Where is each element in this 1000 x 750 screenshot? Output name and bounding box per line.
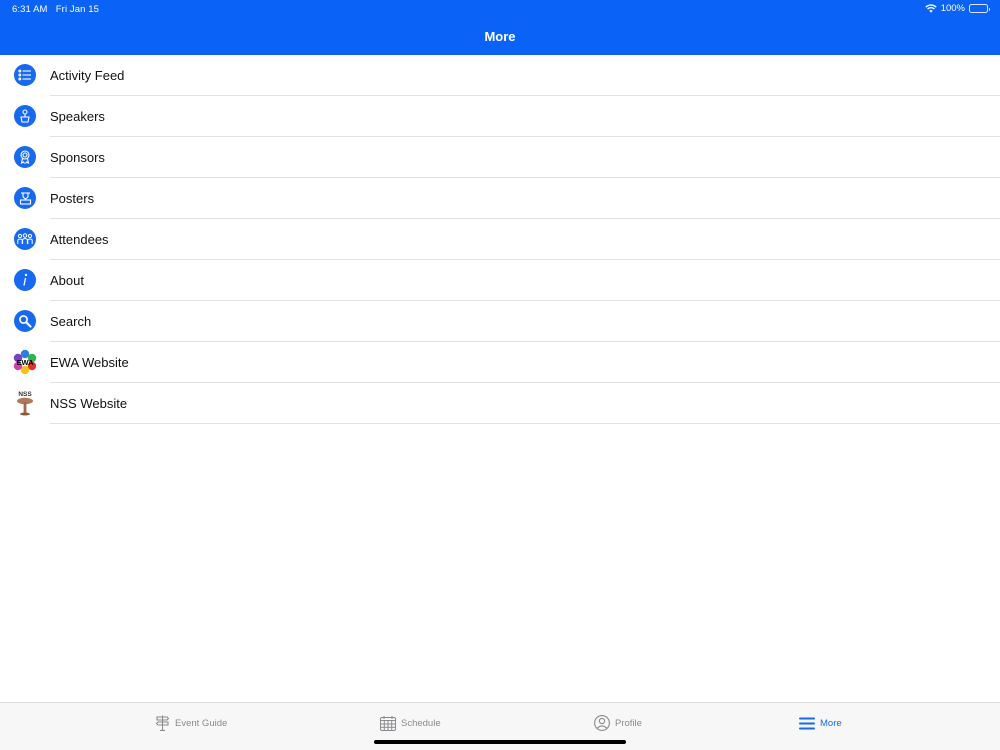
- tab-schedule[interactable]: Schedule: [380, 713, 441, 733]
- menu-item-label: Activity Feed: [50, 68, 125, 83]
- info-icon: [14, 269, 36, 291]
- tab-event-guide[interactable]: Event Guide: [155, 713, 227, 733]
- status-indicators: 100%: [925, 3, 990, 14]
- battery-icon: [969, 4, 990, 13]
- menu-item-label: Speakers: [50, 109, 105, 124]
- list-icon: [14, 64, 36, 86]
- row-divider: [50, 423, 1000, 424]
- tab-label: Event Guide: [175, 717, 228, 729]
- tab-label: Profile: [615, 717, 642, 729]
- person-icon: [594, 715, 610, 731]
- tab-label: Schedule: [401, 717, 441, 729]
- tab-profile[interactable]: Profile: [594, 713, 642, 733]
- signpost-icon: [155, 715, 170, 731]
- search-icon: [14, 310, 36, 332]
- svg-text:EWA: EWA: [16, 358, 34, 367]
- menu-item-attendees[interactable]: Attendees: [0, 219, 1000, 260]
- status-time: 6:31 AM Fri Jan 15: [12, 4, 99, 15]
- status-time-text: 6:31 AM: [12, 4, 48, 15]
- menu-item-posters[interactable]: Posters: [0, 178, 1000, 219]
- menu-item-label: About: [50, 273, 84, 288]
- menu-item-search[interactable]: Search: [0, 301, 1000, 342]
- nss-logo: NSS: [13, 389, 37, 417]
- ewa-logo: EWA: [12, 349, 38, 375]
- menu-item-about[interactable]: About: [0, 260, 1000, 301]
- status-date-text: Fri Jan 15: [55, 4, 100, 15]
- page-title: More: [484, 29, 516, 44]
- ribbon-icon: [14, 146, 36, 168]
- menu-item-label: Attendees: [50, 232, 109, 247]
- menu-item-label: Search: [50, 314, 92, 329]
- menu-item-activity-feed[interactable]: Activity Feed: [0, 55, 1000, 96]
- tab-label: More: [820, 717, 842, 729]
- menu-item-label: NSS Website: [50, 396, 128, 411]
- more-menu-list: Activity Feed Speakers Sponsors Posters …: [0, 55, 1000, 424]
- menu-item-nss-website[interactable]: NSS NSS Website: [0, 383, 1000, 424]
- nav-header: 6:31 AM Fri Jan 15 100% More: [0, 0, 1000, 55]
- menu-item-speakers[interactable]: Speakers: [0, 96, 1000, 137]
- wifi-icon: [925, 4, 937, 13]
- menu-icon: [799, 717, 815, 729]
- people-icon: [14, 228, 36, 250]
- menu-item-label: Sponsors: [50, 150, 105, 165]
- speaker-icon: [14, 105, 36, 127]
- battery-percent: 100%: [940, 3, 965, 14]
- menu-item-ewa-website[interactable]: EWA EWA Website: [0, 342, 1000, 383]
- easel-icon: [14, 187, 36, 209]
- tab-bar: Event Guide Schedule Profile More: [0, 702, 1000, 750]
- calendar-icon: [380, 715, 396, 731]
- menu-item-label: EWA Website: [50, 355, 129, 370]
- menu-item-label: Posters: [50, 191, 95, 206]
- home-indicator[interactable]: [374, 740, 626, 744]
- menu-item-sponsors[interactable]: Sponsors: [0, 137, 1000, 178]
- tab-more[interactable]: More: [799, 713, 842, 733]
- svg-text:NSS: NSS: [18, 391, 32, 398]
